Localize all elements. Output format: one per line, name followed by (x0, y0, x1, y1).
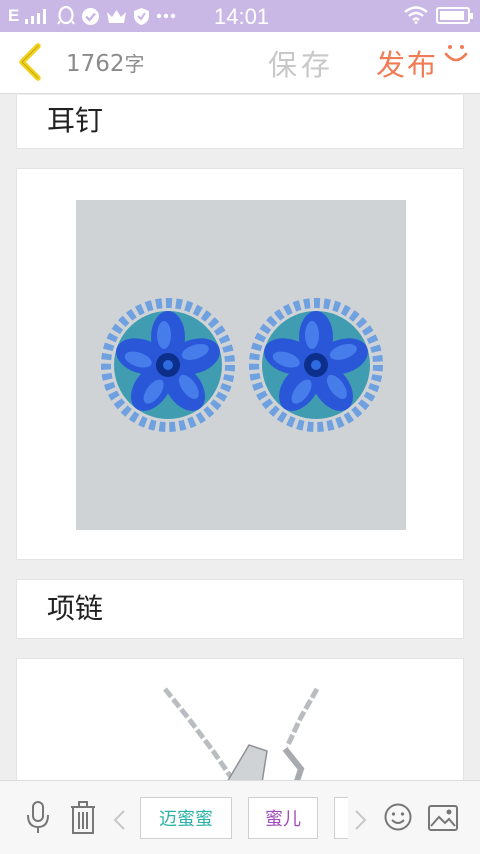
word-count: 1762字 (66, 48, 145, 77)
word-count-unit: 字 (124, 52, 145, 76)
tag-label: 迈蜜蜜 (159, 809, 213, 830)
chevron-right-icon[interactable] (354, 809, 368, 831)
section-card-necklace[interactable]: 项链 (16, 579, 464, 639)
save-button[interactable]: 保存 (268, 42, 334, 84)
more-icon (157, 13, 176, 19)
bottom-toolbar: 迈蜜蜜 蜜儿 (0, 780, 480, 854)
earrings-image (76, 200, 406, 530)
section-title: 项链 (47, 592, 104, 625)
status-icons-right (404, 6, 473, 24)
tag-partial[interactable] (334, 797, 348, 839)
image-card-earrings[interactable] (16, 168, 464, 560)
status-time: 14:01 (214, 4, 270, 29)
necklace-image[interactable] (17, 659, 463, 780)
earrings-photo[interactable] (76, 200, 406, 530)
qq-icon (57, 6, 76, 25)
section-title: 耳钉 (47, 104, 104, 137)
status-bar: E 14:01 (0, 0, 480, 32)
publish-button[interactable]: 发布 (376, 42, 438, 84)
carrier-label: E (8, 6, 20, 25)
section-card-earrings[interactable]: 耳钉 (16, 95, 464, 149)
smile-icon (444, 45, 468, 62)
tag-label: 蜜儿 (265, 809, 301, 830)
image-card-necklace[interactable] (16, 658, 464, 780)
back-chevron-icon[interactable] (14, 42, 44, 82)
tag-mier[interactable]: 蜜儿 (248, 797, 318, 839)
shield-icon (134, 7, 150, 25)
crown-icon (107, 9, 127, 23)
trash-icon[interactable] (70, 801, 96, 835)
word-count-number: 1762 (66, 51, 125, 77)
battery-icon (436, 6, 473, 24)
chevron-left-icon[interactable] (112, 809, 126, 831)
check-circle-icon (82, 7, 100, 25)
tag-maimimi[interactable]: 迈蜜蜜 (140, 797, 232, 839)
emoji-icon[interactable] (384, 803, 412, 831)
signal-icon (25, 9, 47, 24)
editor-header: 1762字 保存 发布 (0, 32, 480, 94)
microphone-icon[interactable] (26, 801, 50, 835)
image-icon[interactable] (428, 805, 458, 831)
wifi-icon (404, 6, 428, 24)
status-icons-left: E (8, 6, 176, 26)
editor-content[interactable]: 耳钉 项链 (0, 95, 480, 780)
